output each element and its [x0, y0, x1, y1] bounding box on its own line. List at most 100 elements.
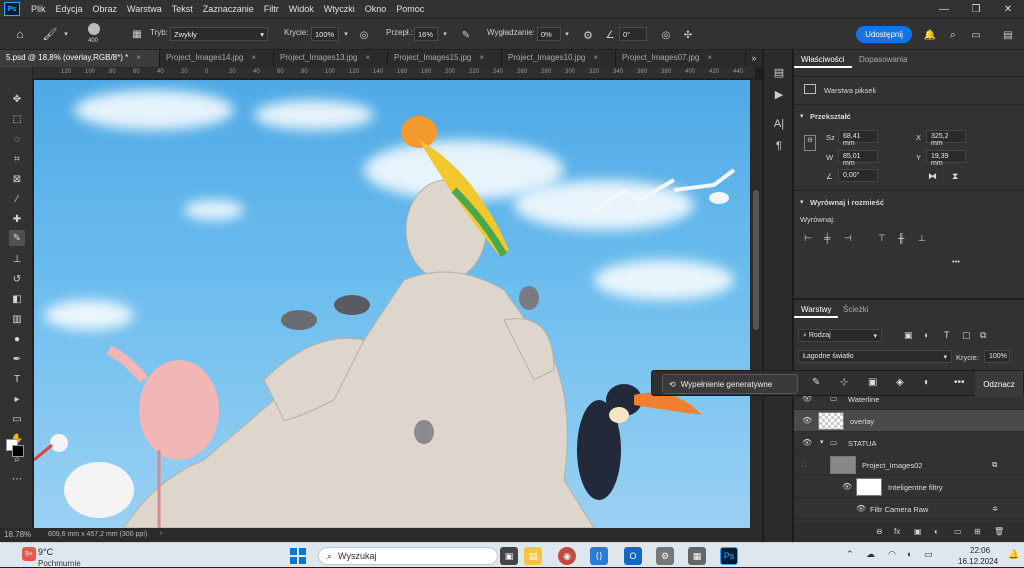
tab-adjustments[interactable]: Dopasowania — [852, 50, 914, 68]
visibility-eye-icon[interactable]: 👁 — [802, 416, 812, 425]
search-icon[interactable]: ⌕ — [945, 27, 961, 43]
background-color-swatch[interactable] — [12, 445, 24, 457]
tab-document[interactable]: Project_Images10.jpg × — [502, 50, 616, 67]
visibility-eye-icon[interactable]: 👁 — [856, 504, 866, 513]
deselect-button[interactable]: Odznacz — [975, 371, 1023, 397]
stamp-tool-icon[interactable]: ⊥ — [9, 251, 25, 267]
tab-document[interactable]: Project_Images07.jpg × — [616, 50, 746, 67]
layer-row-statua[interactable]: 👁 ▾ ▭ STATUA — [794, 432, 1024, 454]
home-icon[interactable]: ⌂ — [12, 26, 28, 42]
adjustment-icon[interactable]: ◐ — [934, 527, 939, 536]
tab-paths[interactable]: Ścieżki — [836, 300, 875, 318]
character-panel-icon[interactable]: A| — [771, 116, 787, 132]
blend-mode-select[interactable]: Łagodne światło ▾ — [798, 350, 952, 363]
wifi-icon[interactable]: ◠ — [888, 549, 896, 560]
close-tab-icon[interactable]: × — [365, 53, 370, 62]
menu-plugins[interactable]: Wtyczki — [319, 4, 360, 14]
tab-document[interactable]: Project_Images15.jpg × — [388, 50, 502, 67]
layer-row-smart-filters[interactable]: 👁 Inteligentne filtry — [794, 476, 1024, 498]
new-group-icon[interactable]: ▭ — [954, 527, 962, 536]
layer-filter-select[interactable]: ⌕ Rodzaj ▾ — [798, 329, 882, 342]
adjustment-icon[interactable]: ◐ — [924, 377, 930, 388]
close-tab-icon[interactable]: × — [593, 53, 598, 62]
document-canvas[interactable] — [34, 80, 750, 528]
filter-adjust-icon[interactable]: ◐ — [924, 330, 929, 340]
taskbar-search-box[interactable]: ⌕ Wyszukaj — [318, 547, 498, 565]
layer-row-camera-raw[interactable]: 👁 Filtr Camera Raw ≑ — [794, 498, 1024, 520]
filter-shape-icon[interactable]: ▢ — [962, 330, 971, 341]
history-panel-icon[interactable]: ▤ — [771, 64, 787, 80]
brush-icon[interactable]: ✎ — [812, 377, 820, 388]
visibility-eye-icon[interactable]: 👁 — [842, 482, 852, 491]
align-left-icon[interactable]: ⊢ — [804, 233, 812, 244]
outlook-icon[interactable]: O — [624, 547, 642, 565]
move-tool-icon[interactable]: ✥ — [9, 91, 25, 107]
panel-layout-icon[interactable]: ▤ — [1000, 27, 1016, 43]
menu-filter[interactable]: Filtr — [259, 4, 284, 14]
filter-pixel-icon[interactable]: ▣ — [904, 330, 913, 341]
opacity-input[interactable]: 100% — [311, 27, 339, 41]
flow-dropdown-icon[interactable]: ▾ — [441, 28, 449, 40]
gear-icon[interactable]: ⚙ — [580, 27, 596, 43]
canvas-vertical-scrollbar[interactable] — [750, 80, 762, 528]
chevron-down-icon[interactable]: ▾ — [820, 438, 824, 446]
menu-select[interactable]: Zaznaczanie — [198, 4, 259, 14]
flip-horizontal-icon[interactable]: ⧓ — [928, 171, 937, 182]
paragraph-panel-icon[interactable]: ¶ — [771, 138, 787, 154]
dodge-tool-icon[interactable]: ● — [9, 331, 25, 347]
battery-icon[interactable]: ▭ — [924, 549, 933, 560]
collapse-chevron-icon[interactable]: ▾ — [800, 112, 804, 120]
brush-tool-icon[interactable]: 🖌 — [42, 26, 58, 42]
chevron-down-icon[interactable]: ▾ — [62, 28, 70, 40]
more-options-icon[interactable]: ••• — [952, 257, 960, 266]
menu-image[interactable]: Obraz — [88, 4, 123, 14]
scroll-thumb[interactable] — [753, 190, 759, 330]
settings-gear-icon[interactable]: ⚙ — [656, 547, 674, 565]
photoshop-taskbar-icon[interactable]: Ps — [720, 547, 738, 565]
vscode-icon[interactable]: ⟨⟩ — [590, 547, 608, 565]
height-field[interactable]: 85,01 mm — [838, 150, 878, 167]
tab-document[interactable]: Project_Images14.jpg × — [160, 50, 274, 67]
menu-type[interactable]: Tekst — [167, 4, 198, 14]
y-field[interactable]: 19,39 mm — [926, 150, 966, 167]
brush-preset-icon[interactable] — [84, 22, 104, 36]
tab-properties[interactable]: Właściwości — [794, 50, 852, 68]
history-brush-icon[interactable]: ↺ — [9, 271, 25, 287]
transform-icon[interactable]: ⊹ — [840, 377, 848, 388]
lasso-tool-icon[interactable]: ◌ — [9, 131, 25, 147]
menu-file[interactable]: Plik — [26, 4, 51, 14]
mode-select[interactable]: Zwykły ▾ — [170, 27, 268, 41]
angle-input[interactable]: 0° — [619, 27, 647, 41]
generative-fill-button[interactable]: ⟲ Wypełnienie generatywne — [662, 374, 798, 394]
marquee-tool-icon[interactable]: ⬚ — [9, 111, 25, 127]
filter-smart-icon[interactable]: ⧉ — [980, 330, 986, 341]
task-view-icon[interactable]: ▣ — [500, 547, 518, 565]
maximize-icon[interactable]: ❐ — [960, 0, 992, 18]
link-icon[interactable]: ⊖ — [804, 135, 816, 151]
chevron-right-icon[interactable]: › — [160, 530, 162, 537]
app-icon[interactable]: ▦ — [688, 547, 706, 565]
close-tab-icon[interactable]: × — [707, 53, 712, 62]
angle-field[interactable]: 0,00° — [838, 169, 878, 182]
workspace-icon[interactable]: ▭ — [968, 27, 984, 43]
close-icon[interactable]: ✕ — [992, 0, 1024, 18]
smoothing-dropdown-icon[interactable]: ▾ — [563, 28, 571, 40]
more-tabs-icon[interactable]: » — [748, 52, 760, 64]
x-field[interactable]: 325,2 mm — [926, 130, 966, 147]
eyedropper-tool-icon[interactable]: ⁄ — [9, 191, 25, 207]
tab-layers[interactable]: Warstwy — [794, 300, 839, 318]
filter-options-icon[interactable]: ≑ — [992, 504, 998, 513]
layer-row-project-images02[interactable]: □ Project_Images02 ⧉ — [794, 454, 1024, 476]
new-layer-icon[interactable]: ⊞ — [974, 527, 981, 536]
pen-tool-icon[interactable]: ✒ — [9, 351, 25, 367]
chrome-icon[interactable]: ◉ — [558, 547, 576, 565]
close-tab-icon[interactable]: × — [136, 53, 141, 62]
align-vcenter-icon[interactable]: ╫ — [898, 233, 904, 243]
filter-type-icon[interactable]: T — [944, 330, 950, 340]
layer-opacity-field[interactable]: 100% — [984, 350, 1010, 363]
align-bottom-icon[interactable]: ⊥ — [918, 233, 926, 244]
align-top-icon[interactable]: ⊤ — [878, 233, 886, 244]
actions-play-icon[interactable]: ▶ — [771, 86, 787, 102]
cloud-icon[interactable]: ☁ — [866, 549, 875, 560]
zoom-level[interactable]: 18.78% — [4, 530, 31, 539]
